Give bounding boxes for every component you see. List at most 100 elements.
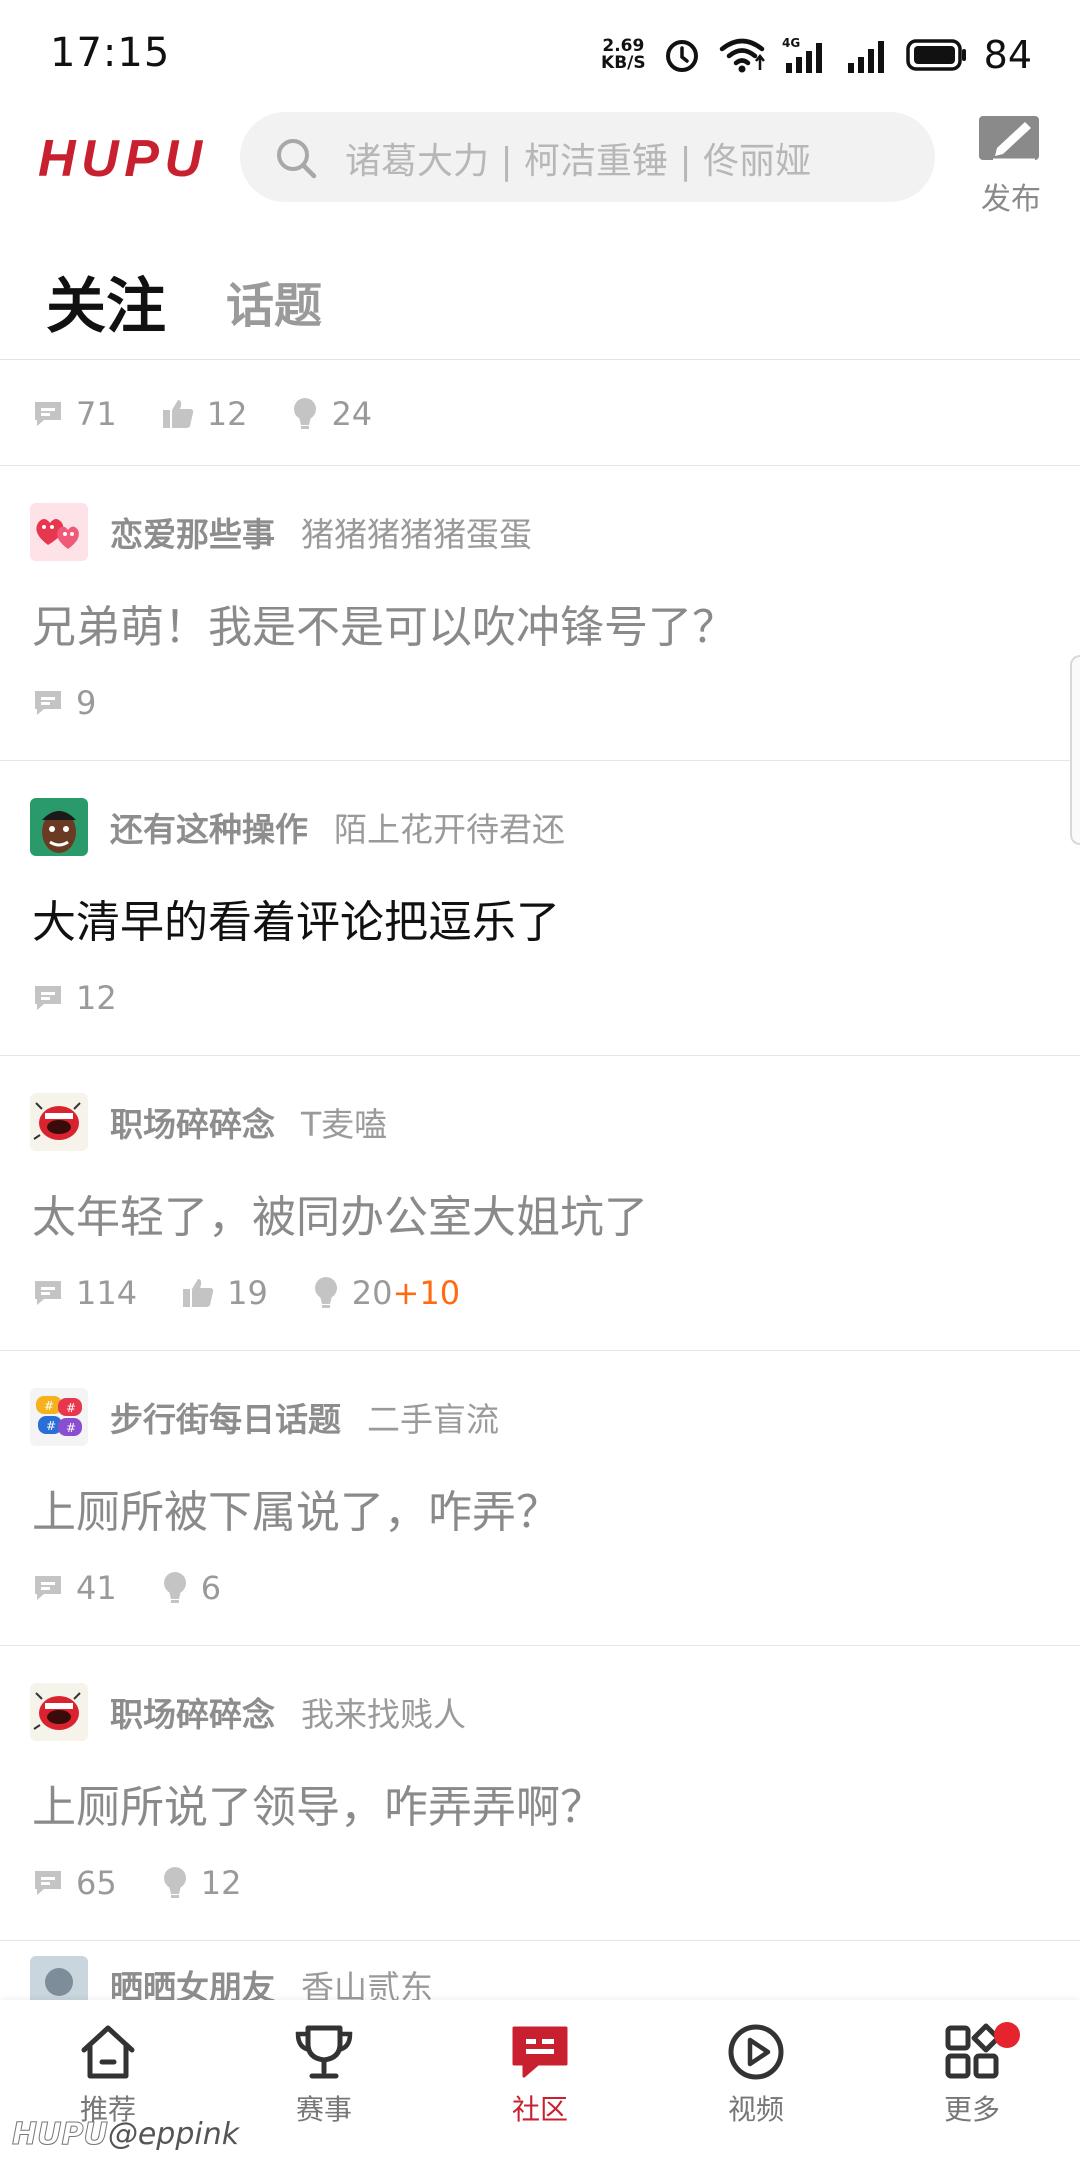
- nav-more[interactable]: 更多: [902, 2022, 1042, 2142]
- nav-video[interactable]: 视频: [686, 2022, 826, 2142]
- author-name[interactable]: 猪猪猪猪猪蛋蛋: [301, 508, 532, 556]
- photo-avatar-icon: [30, 1956, 88, 2001]
- comment-icon: [35, 1576, 61, 1600]
- post-title[interactable]: 兄弟萌！我是不是可以吹冲锋号了？: [32, 591, 736, 655]
- board-avatar[interactable]: [30, 798, 88, 856]
- like-stat: 12: [161, 395, 247, 433]
- comment-stat: 114: [32, 1274, 137, 1312]
- tab-topic[interactable]: 话题: [226, 266, 322, 336]
- search-bar[interactable]: 诸葛大力 | 柯洁重锤 | 佟丽娅: [240, 112, 935, 202]
- author-name[interactable]: 陌上花开待君还: [334, 803, 565, 851]
- post-stats: 12: [32, 973, 117, 1023]
- thumbs-up-icon: [183, 1279, 214, 1307]
- svg-text:#: #: [66, 1401, 76, 1415]
- post-title[interactable]: 上厕所被下属说了，咋弄？: [32, 1476, 560, 1540]
- battery-percent: 84: [983, 33, 1032, 77]
- shouting-mouth-avatar-icon: [30, 1093, 88, 1151]
- hearts-avatar-icon: [30, 503, 88, 561]
- comment-stat: 71: [32, 395, 117, 433]
- comment-stat: 41: [32, 1569, 117, 1607]
- board-name[interactable]: 还有这种操作: [110, 803, 308, 851]
- comment-stat: 9: [32, 684, 96, 722]
- board-avatar[interactable]: [30, 1956, 88, 2001]
- light-bonus: +10: [392, 1274, 461, 1312]
- board-name[interactable]: 职场碎碎念: [110, 1688, 275, 1736]
- shouting-mouth-avatar-icon: [30, 1683, 88, 1741]
- lightbulb-icon: [163, 1572, 186, 1603]
- post-feed: 71 12 24 恋爱那些事 猪猪猪猪猪蛋蛋 兄弟萌！我是不是可以吹冲锋号了？ …: [0, 361, 1080, 2001]
- lightbulb-icon: [163, 1867, 186, 1898]
- post-stats: 41 6: [32, 1563, 221, 1613]
- board-name[interactable]: 职场碎碎念: [110, 1098, 275, 1146]
- search-placeholder: 诸葛大力 | 柯洁重锤 | 佟丽娅: [345, 141, 812, 182]
- post-title[interactable]: 上厕所说了领导，咋弄弄啊？: [32, 1771, 604, 1835]
- home-icon: [81, 2025, 135, 2079]
- like-stat: 19: [181, 1274, 268, 1312]
- cell-signal-icon: [847, 41, 884, 73]
- alarm-icon: [665, 40, 698, 72]
- author-name[interactable]: T麦嗑: [301, 1098, 387, 1146]
- tab-follow[interactable]: 关注: [46, 258, 166, 345]
- thumbs-up-icon: [162, 400, 193, 428]
- author-name[interactable]: 我来找贱人: [301, 1688, 466, 1736]
- nav-community[interactable]: 社区: [470, 2022, 610, 2142]
- post-item-partial[interactable]: 晒晒女朋友 香山贰东: [0, 1941, 1080, 2001]
- board-name[interactable]: 晒晒女朋友: [110, 1961, 275, 2001]
- nav-label: 更多: [943, 2093, 1000, 2126]
- post-header: 职场碎碎念 T麦嗑: [30, 1092, 387, 1152]
- watermark-logo: HUPU: [12, 2117, 109, 2153]
- light-stat: 20+10: [312, 1274, 460, 1312]
- top-header: HUPU 诸葛大力 | 柯洁重锤 | 佟丽娅 发布: [0, 100, 1080, 220]
- post-stats: 9: [32, 678, 96, 728]
- nav-label: 视频: [727, 2093, 784, 2126]
- hupu-logo[interactable]: HUPU: [36, 126, 206, 186]
- post-header: 恋爱那些事 猪猪猪猪猪蛋蛋: [30, 502, 532, 562]
- publish-button[interactable]: 发布: [975, 110, 1055, 217]
- board-avatar[interactable]: [30, 503, 88, 561]
- wifi-icon: [719, 38, 765, 73]
- watermark: HUPU@eppink: [12, 2117, 240, 2153]
- face-avatar-icon: [30, 798, 88, 856]
- board-avatar[interactable]: [30, 1093, 88, 1151]
- board-name[interactable]: 恋爱那些事: [110, 508, 275, 556]
- light-stat: 6: [161, 1569, 221, 1607]
- status-bar: 17:15 2.69 KB/S 4G 84: [0, 0, 1080, 100]
- board-name[interactable]: 步行街每日话题: [110, 1393, 341, 1441]
- scroll-handle[interactable]: [1070, 655, 1080, 845]
- net-speed: 2.69 KB/S: [601, 36, 646, 73]
- author-name[interactable]: 香山贰东: [301, 1961, 433, 2001]
- cell-4g-icon: 4G: [782, 36, 822, 73]
- nav-label: 赛事: [295, 2093, 352, 2126]
- post-stats: 71 12 24: [32, 389, 1080, 439]
- svg-text:#: #: [46, 1419, 56, 1433]
- board-avatar[interactable]: # # # #: [30, 1388, 88, 1446]
- svg-text:4G: 4G: [782, 36, 800, 50]
- lightbulb-icon: [294, 398, 317, 429]
- post-header: 晒晒女朋友 香山贰东: [30, 1955, 433, 2001]
- post-item[interactable]: 职场碎碎念 我来找贱人 上厕所说了领导，咋弄弄啊？ 65 12: [0, 1646, 1080, 1941]
- post-title[interactable]: 大清早的看着评论把逗乐了: [32, 886, 560, 950]
- post-item[interactable]: # # # # 步行街每日话题 二手盲流 上厕所被下属说了，咋弄？ 41 6: [0, 1351, 1080, 1646]
- svg-text:#: #: [66, 1421, 76, 1435]
- notification-dot: [994, 2022, 1020, 2048]
- post-item[interactable]: 恋爱那些事 猪猪猪猪猪蛋蛋 兄弟萌！我是不是可以吹冲锋号了？ 9: [0, 466, 1080, 761]
- watermark-handle: @eppink: [107, 2117, 240, 2152]
- nav-matches[interactable]: 赛事: [254, 2022, 394, 2142]
- post-item[interactable]: 还有这种操作 陌上花开待君还 大清早的看着评论把逗乐了 12: [0, 761, 1080, 1056]
- post-item[interactable]: 职场碎碎念 T麦嗑 太年轻了，被同办公室大姐坑了 114 19 20+10: [0, 1056, 1080, 1351]
- comment-icon: [35, 691, 61, 715]
- post-stats-row[interactable]: 71 12 24: [0, 361, 1080, 466]
- svg-text:HUPU: HUPU: [38, 130, 203, 186]
- community-icon: [512, 2026, 568, 2078]
- compose-icon: [979, 116, 1039, 162]
- battery-icon: [905, 39, 966, 71]
- light-stat: 12: [161, 1864, 241, 1902]
- post-title[interactable]: 太年轻了，被同办公室大姐坑了: [32, 1181, 648, 1245]
- author-name[interactable]: 二手盲流: [367, 1393, 499, 1441]
- publish-label: 发布: [981, 182, 1041, 217]
- trophy-icon: [295, 2025, 353, 2079]
- comment-icon: [35, 986, 61, 1010]
- svg-text:#: #: [44, 1399, 54, 1413]
- comment-stat: 65: [32, 1864, 117, 1902]
- board-avatar[interactable]: [30, 1683, 88, 1741]
